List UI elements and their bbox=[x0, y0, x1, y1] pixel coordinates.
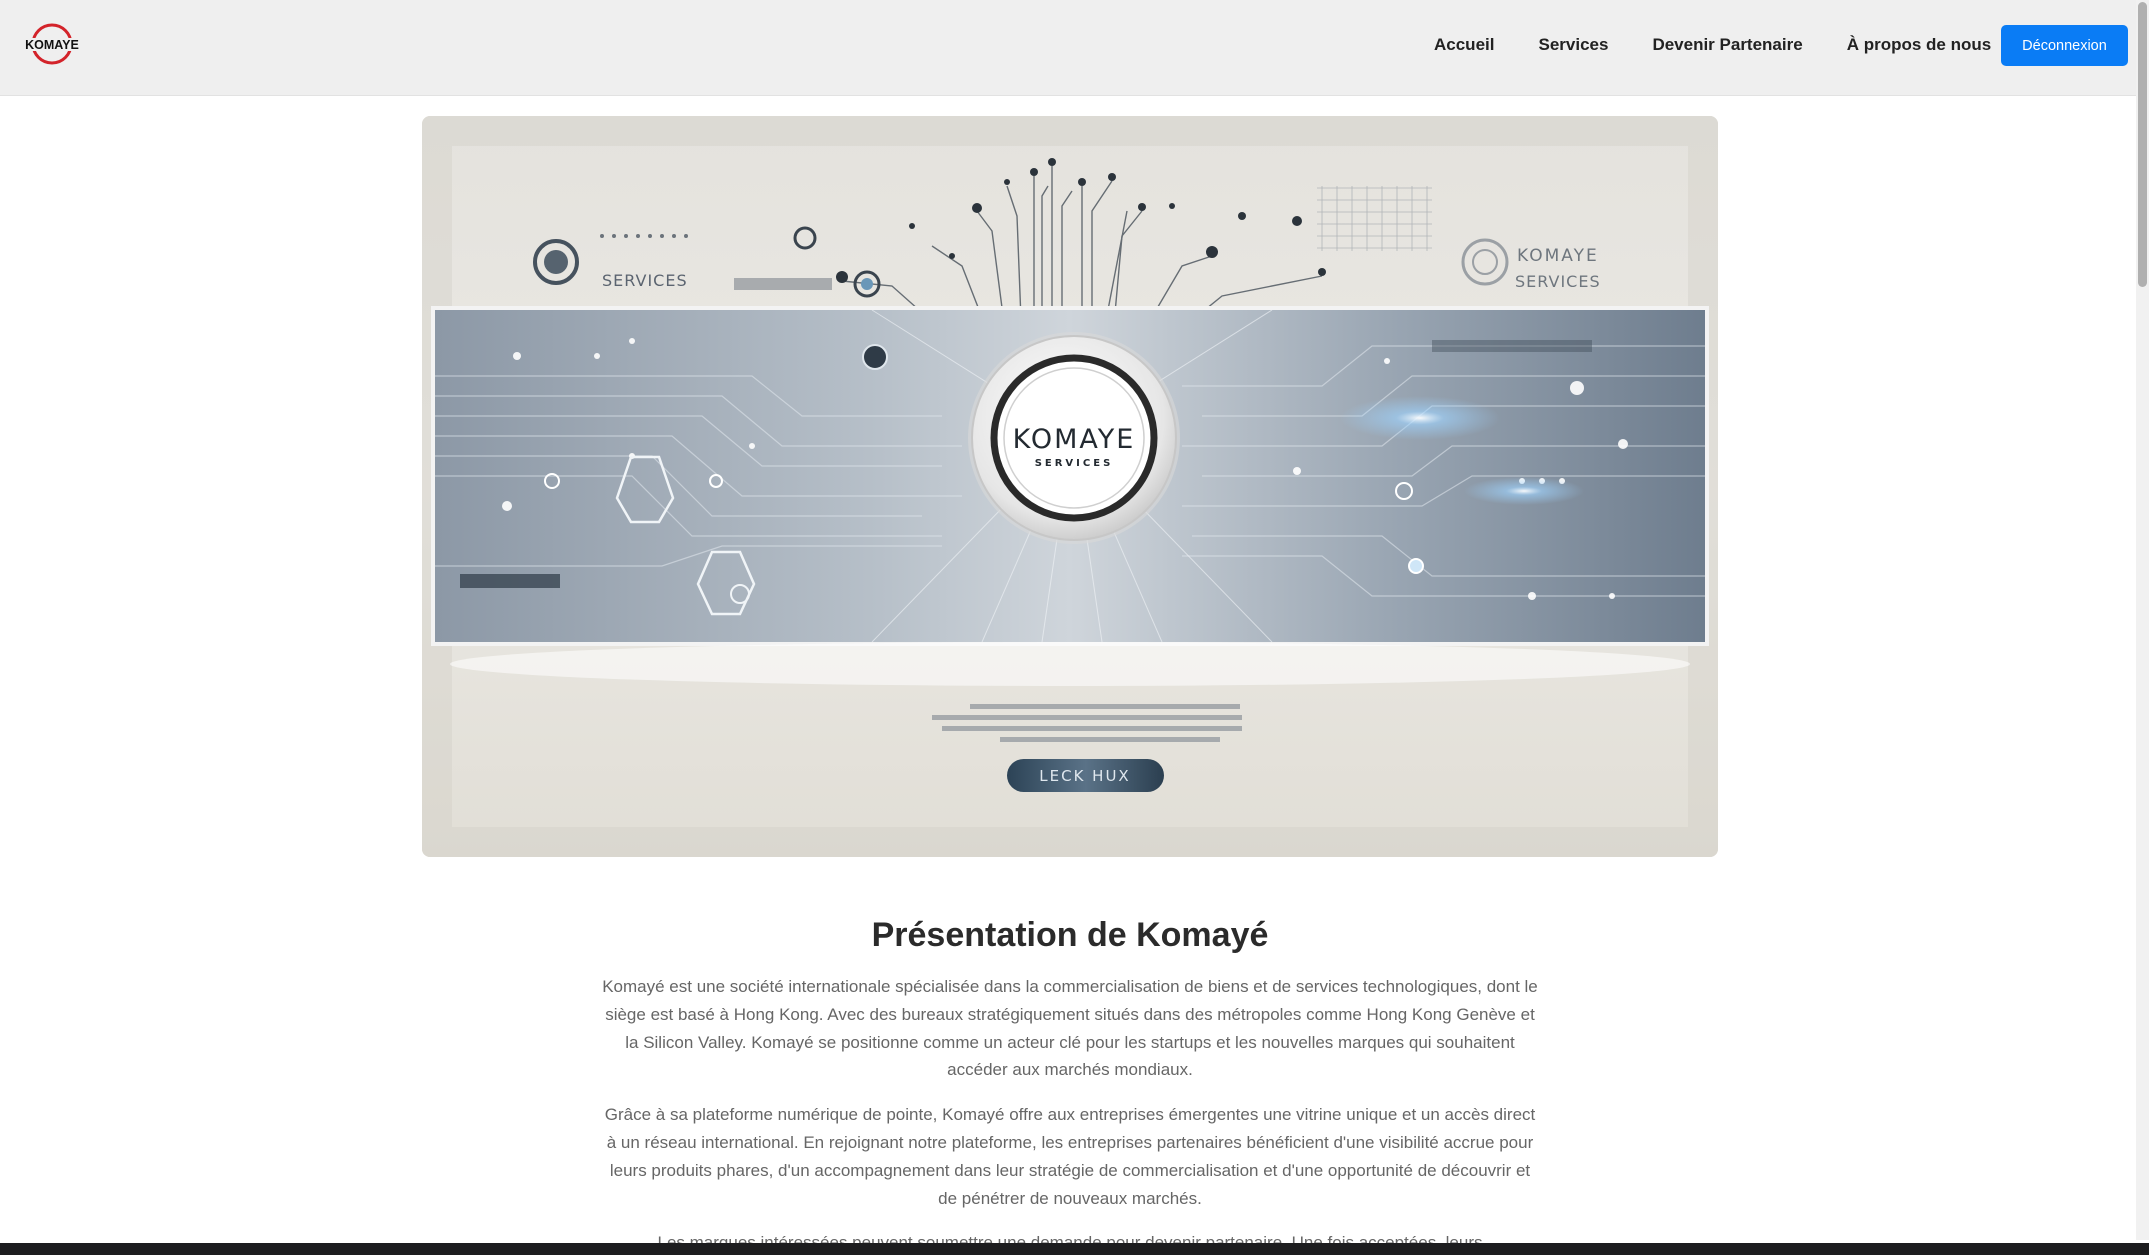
section-title: Présentation de Komayé bbox=[871, 916, 1269, 954]
top-navbar: KOMAYE Accueil Services Devenir Partenai… bbox=[0, 0, 2149, 96]
os-taskbar bbox=[0, 1243, 2149, 1255]
hero-cta-label: LECK HUX bbox=[1039, 767, 1130, 785]
hero-banner-image: SERVICES KOMAYE SERVICES KOMAYE SERVICES… bbox=[422, 116, 1718, 857]
paragraph-intro: Komayé est une société internationale sp… bbox=[602, 977, 1538, 1080]
nav-link-a-propos[interactable]: À propos de nous bbox=[1847, 35, 1992, 55]
hero-brand-name: KOMAYE bbox=[1013, 424, 1136, 455]
presentation-section: Présentation de Komayé Komayé est une so… bbox=[600, 905, 1540, 1257]
main-nav: Accueil Services Devenir Partenaire À pr… bbox=[1390, 0, 1991, 90]
hero-services-label: SERVICES bbox=[602, 271, 688, 290]
paragraph-platform: Grâce à sa plateforme numérique de point… bbox=[604, 1105, 1536, 1208]
nav-link-devenir-partenaire[interactable]: Devenir Partenaire bbox=[1652, 35, 1802, 55]
komaye-logo[interactable]: KOMAYE bbox=[16, 22, 88, 66]
logout-button[interactable]: Déconnexion bbox=[2001, 25, 2128, 66]
hero-top-right-sub: SERVICES bbox=[1515, 272, 1601, 291]
hero-brand-sub: SERVICES bbox=[1035, 458, 1114, 469]
nav-link-accueil[interactable]: Accueil bbox=[1434, 35, 1494, 55]
hero-top-right-title: KOMAYE bbox=[1517, 246, 1599, 266]
page-scrollbar[interactable] bbox=[2136, 0, 2149, 1240]
logo-text: KOMAYE bbox=[25, 38, 79, 52]
scrollbar-thumb[interactable] bbox=[2138, 2, 2147, 287]
nav-link-services[interactable]: Services bbox=[1538, 35, 1608, 55]
